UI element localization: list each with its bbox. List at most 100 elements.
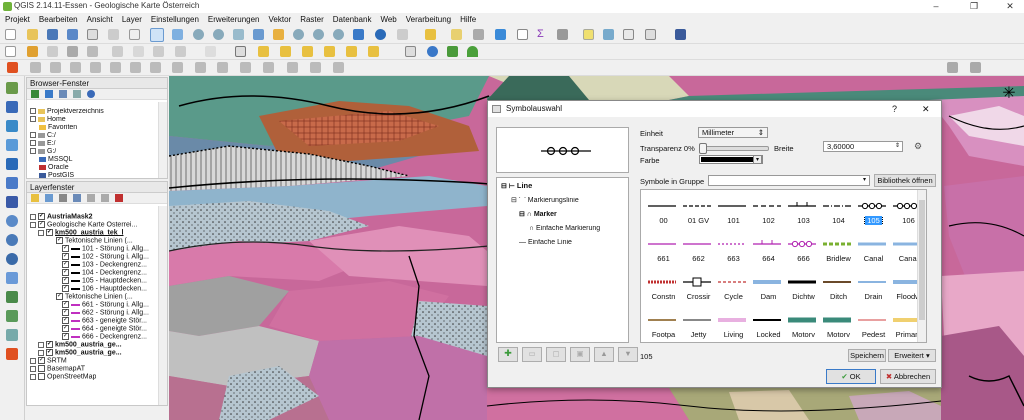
transparency-slider-handle[interactable] [699,143,707,154]
add-spatialite-layer-icon[interactable] [6,139,18,151]
remove-symbol-layer-button[interactable]: ▭ [522,347,542,362]
rotate-view-icon[interactable] [947,62,958,73]
layer-item[interactable]: ✓ SRTM [30,357,67,365]
legend-item[interactable]: ✓ 661 - Störung i. Allg... [62,301,149,309]
zoom-last-icon[interactable] [313,29,324,40]
layer-item[interactable]: ✓ km500_austria_ge... [38,341,122,349]
save-edits-icon[interactable] [47,46,58,57]
label-icon[interactable] [258,46,269,57]
add-vector-layer-icon[interactable] [6,82,18,94]
restore-icon[interactable]: ❐ [962,0,986,13]
properties-icon[interactable] [87,90,95,98]
delete-ring-icon[interactable] [130,62,141,73]
refresh-browser-icon[interactable] [45,90,53,98]
zoom-in-icon[interactable] [193,29,204,40]
lock-layer-button[interactable]: ▢ [546,347,566,362]
delete-selected-icon[interactable] [133,46,144,57]
unit-select[interactable]: Millimeter ⇕ [698,127,768,138]
filter-browser-icon[interactable] [59,90,67,98]
python-console-icon[interactable] [405,46,416,57]
browser-item[interactable]: Home [30,116,66,124]
menu-web[interactable]: Web [380,15,396,24]
add-virtual-layer-icon[interactable] [6,329,18,341]
tree-item-simple-line[interactable]: — Einfache Linie [519,239,572,247]
browser-item[interactable]: Oracle [39,164,69,172]
deselect-icon[interactable] [473,29,484,40]
filter-legend-icon[interactable] [73,194,81,202]
add-mssql-layer-icon[interactable] [6,158,18,170]
browser-item[interactable]: PostGIS [39,172,74,180]
pin-labels-icon[interactable] [280,46,291,57]
menu-layer[interactable]: Layer [122,15,142,24]
rotate-symbols-icon[interactable] [310,62,321,73]
menu-ansicht[interactable]: Ansicht [87,15,113,24]
layer-item[interactable]: ✓ Geologische Karte Österrei... [30,221,137,229]
pan-icon[interactable] [150,28,164,42]
menu-vektor[interactable]: Vektor [269,15,292,24]
zoom-out-icon[interactable] [213,29,224,40]
dialog-help-button[interactable]: ? [892,101,897,117]
zoom-selection-icon[interactable] [273,29,284,40]
tree-item-marker[interactable]: ⊟ ∩ Marker [519,211,557,219]
menu-verarbeitung[interactable]: Verarbeitung [406,15,451,24]
browser-item[interactable]: Projektverzeichnis [30,108,104,116]
layers-scrollbar[interactable] [158,206,167,405]
close-window-icon[interactable]: ✕ [998,0,1022,13]
browser-scrollbar[interactable] [158,102,167,178]
collapse-layers-icon[interactable] [101,194,109,202]
legend-item[interactable]: ✓ 101 - Störung i. Allg... [62,245,149,253]
move-feature-icon[interactable] [87,46,98,57]
tree-item-simple-marker[interactable]: ∩ Einfache Markierung [529,225,600,233]
add-group-icon[interactable] [45,194,53,202]
remove-layer-icon[interactable] [115,194,123,202]
delete-part-icon[interactable] [150,62,161,73]
measure-icon[interactable] [557,29,568,40]
rotate-feature-icon[interactable] [30,62,41,73]
split-parts-icon[interactable] [240,62,251,73]
help-icon[interactable] [675,29,686,40]
refresh-icon[interactable] [353,29,364,40]
save-symbol-button[interactable]: Speichern [848,349,886,362]
layer-item[interactable]: ✓ km500_austria_tek_l [38,229,124,237]
group-select[interactable]: ▾ [708,175,870,186]
reshape-icon[interactable] [172,62,183,73]
cancel-button[interactable]: ✖ Abbrechen [880,369,936,384]
open-project-icon[interactable] [27,29,38,40]
legend-item[interactable]: ✓ 662 - Störung i. Allg... [62,309,149,317]
python-icon[interactable] [427,46,438,57]
field-calculator-icon[interactable] [517,29,528,40]
new-shapefile-icon[interactable] [6,291,18,303]
advanced-digitizing-icon[interactable] [7,62,18,73]
add-db2-layer-icon[interactable] [6,196,18,208]
browse-icon[interactable] [129,29,140,40]
zoom-next-icon[interactable] [333,29,344,40]
change-label-icon[interactable] [368,46,379,57]
select-icon[interactable] [425,29,436,40]
rotate-label-icon[interactable] [346,46,357,57]
statistics-icon[interactable]: Σ [537,29,548,40]
add-wms-layer-icon[interactable] [6,215,18,227]
action-icon[interactable] [397,29,408,40]
dialog-close-button[interactable]: ✕ [922,101,930,117]
simplify-feature-icon[interactable] [50,62,61,73]
bookmark-icon[interactable] [603,29,614,40]
layer-item[interactable]: ✓ AustriaMask2 [30,213,93,221]
attribute-table-icon[interactable] [495,29,506,40]
legend-item[interactable]: ✓ 664 - geneigte Stör... [62,325,147,333]
add-feature-icon[interactable] [67,46,78,57]
browser-item[interactable]: E:/ [30,140,56,148]
add-postgis-layer-icon[interactable] [6,120,18,132]
manage-visibility-icon[interactable] [59,194,67,202]
browser-item[interactable]: Favoriten [39,124,77,132]
show-labels-icon[interactable] [302,46,313,57]
add-wcs-layer-icon[interactable] [6,234,18,246]
composer-manager-icon[interactable] [108,29,119,40]
legend-item[interactable]: ✓ 104 - Deckengrenz... [62,269,147,277]
collapse-all-icon[interactable] [73,90,81,98]
add-selected-icon[interactable] [31,90,39,98]
move-down-button[interactable]: ▼ [618,347,638,362]
browser-item[interactable]: G:/ [30,148,56,156]
move-label-icon[interactable] [324,46,335,57]
minimize-icon[interactable]: – [924,0,948,13]
pan-to-selection-icon[interactable] [172,29,183,40]
